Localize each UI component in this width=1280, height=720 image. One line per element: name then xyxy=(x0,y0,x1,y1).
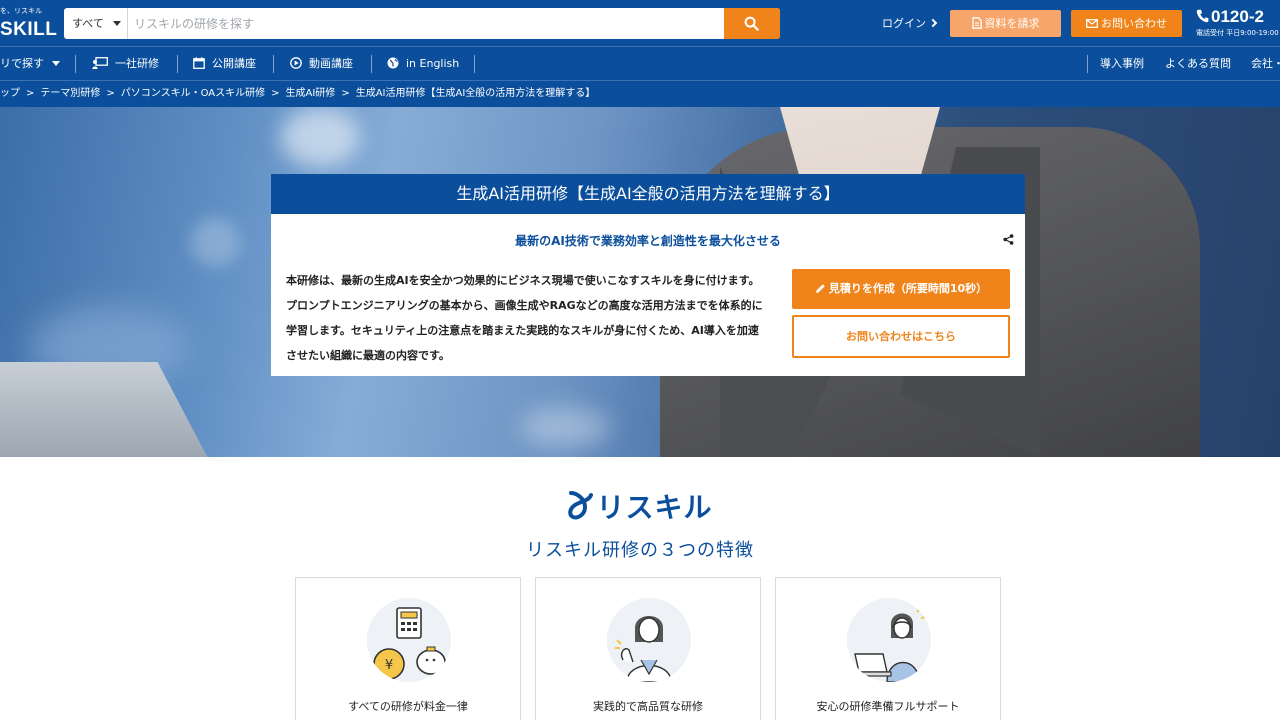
nav-label: 一社研修 xyxy=(115,57,159,70)
phone-hours: 電話受付 平日9:00-19:00 xyxy=(1196,29,1279,37)
feature-label: すべての研修が料金一律 xyxy=(348,700,468,713)
breadcrumb-item-current: 生成AI活用研修【生成AI全般の活用方法を理解する】 xyxy=(355,88,596,99)
nav-divider xyxy=(1087,55,1088,73)
search-scope-select[interactable]: すべて xyxy=(64,8,128,39)
brand-name: リスキル xyxy=(596,491,713,524)
nav-divider xyxy=(273,55,274,73)
nav-label: 公開講座 xyxy=(212,57,256,70)
pencil-icon xyxy=(815,283,825,293)
nav-divider xyxy=(75,55,76,73)
hero-background-bokeh xyxy=(280,107,360,167)
nav-item-faq[interactable]: よくある質問 xyxy=(1165,47,1231,80)
support-laptop-woman-icon xyxy=(847,598,931,682)
course-subtitle: 最新のAI技術で業務効率と創造性を最大化させる xyxy=(515,234,781,248)
contact-label: お問い合わせ xyxy=(1101,17,1167,30)
breadcrumb: ップ > テーマ別研修 > パソコンスキル・OAスキル研修 > 生成AI研修 > 生成AI活用研… xyxy=(0,80,1280,107)
document-request-label: 資料を請求 xyxy=(984,17,1040,30)
caret-down-icon xyxy=(52,60,60,66)
instructor-woman-icon xyxy=(607,598,691,682)
breadcrumb-separator: > xyxy=(271,88,280,99)
breadcrumb-item-genai[interactable]: 生成AI研修 xyxy=(286,88,336,99)
feature-card-flat-rate: ¥ すべての研修が料金一律 xyxy=(295,577,521,720)
reskill-logo-icon xyxy=(568,491,594,520)
hero-background-bokeh xyxy=(190,217,240,267)
document-icon xyxy=(971,17,982,29)
calculator-piggy-bank-icon: ¥ xyxy=(367,598,451,682)
create-estimate-label: 見積りを作成（所要時間10秒） xyxy=(828,282,988,295)
nav-label: 動画講座 xyxy=(309,57,353,70)
top-header: を、リスキル SKILL すべて ログイン 資料を請求 お問い合わせ xyxy=(0,0,1280,46)
nav-label: in English xyxy=(406,57,460,70)
search-icon xyxy=(744,16,759,31)
search-button[interactable] xyxy=(724,8,780,39)
course-summary-card: 生成AI活用研修【生成AI全般の活用方法を理解する】 最新のAI技術で業務効率と… xyxy=(271,174,1025,376)
login-link[interactable]: ログイン xyxy=(882,15,938,31)
features-heading: リスキル研修の３つの特徴 xyxy=(526,540,754,561)
play-circle-icon xyxy=(290,57,302,69)
breadcrumb-item-top[interactable]: ップ xyxy=(0,88,20,99)
main-nav: リで探す 一社研修 公開講座 動画講座 in English 導入事例 よくある… xyxy=(0,46,1280,80)
search-bar: すべて xyxy=(64,8,780,39)
course-title: 生成AI活用研修【生成AI全般の活用方法を理解する】 xyxy=(271,174,1025,214)
search-input[interactable] xyxy=(130,8,720,39)
phone-contact[interactable]: 0120-2 電話受付 平日9:00-19:00 xyxy=(1196,7,1279,38)
nav-divider xyxy=(177,55,178,73)
nav-item-public-course[interactable]: 公開講座 xyxy=(193,47,256,80)
nav-label: リで探す xyxy=(0,57,44,70)
nav-divider xyxy=(474,55,475,73)
nav-item-video-course[interactable]: 動画講座 xyxy=(290,47,353,80)
breadcrumb-separator: > xyxy=(26,88,35,99)
nav-item-company[interactable]: 会社・ xyxy=(1251,47,1280,80)
phone-number: 0120-2 xyxy=(1211,7,1264,26)
nav-item-in-english[interactable]: in English xyxy=(387,47,459,80)
envelope-icon xyxy=(1086,18,1098,28)
hero-laptop-image xyxy=(0,362,210,457)
logo-tagline: を、リスキル xyxy=(0,7,42,15)
nav-item-case-studies[interactable]: 導入事例 xyxy=(1100,47,1144,80)
chalkboard-teacher-icon xyxy=(92,57,108,69)
svg-text:¥: ¥ xyxy=(385,658,393,673)
calendar-icon xyxy=(193,57,205,69)
course-description: 本研修は、最新の生成AIを安全かつ効果的にビジネス現場で使いこなすスキルを身に付… xyxy=(286,274,763,362)
breadcrumb-item-pc-skills[interactable]: パソコンスキル・OAスキル研修 xyxy=(121,88,265,99)
chevron-down-icon xyxy=(113,21,121,26)
nav-item-in-house-training[interactable]: 一社研修 xyxy=(92,47,159,80)
breadcrumb-separator: > xyxy=(341,88,350,99)
globe-icon xyxy=(387,57,399,69)
contact-button[interactable]: お問い合わせ xyxy=(1071,10,1182,37)
nav-divider xyxy=(371,55,372,73)
feature-label: 安心の研修準備フルサポート xyxy=(816,700,960,713)
nav-item-category-search[interactable]: リで探す xyxy=(0,47,60,80)
hero-background-bokeh xyxy=(520,407,610,447)
share-icon[interactable] xyxy=(1003,234,1014,245)
breadcrumb-item-theme[interactable]: テーマ別研修 xyxy=(40,88,100,99)
breadcrumb-separator: > xyxy=(106,88,115,99)
feature-label: 実践的で高品質な研修 xyxy=(593,700,703,713)
logo-text: SKILL xyxy=(0,19,58,40)
phone-icon xyxy=(1196,9,1209,22)
create-estimate-button[interactable]: 見積りを作成（所要時間10秒） xyxy=(792,269,1010,309)
contact-here-button[interactable]: お問い合わせはこちら xyxy=(792,315,1010,358)
login-label: ログイン xyxy=(882,17,926,30)
search-scope-label: すべて xyxy=(72,17,104,30)
brand-logo: リスキル xyxy=(0,486,1280,526)
hero-banner: 生成AI活用研修【生成AI全般の活用方法を理解する】 最新のAI技術で業務効率と… xyxy=(0,107,1280,457)
document-request-button[interactable]: 資料を請求 xyxy=(950,10,1061,37)
feature-card-support: 安心の研修準備フルサポート xyxy=(775,577,1001,720)
feature-card-quality: 実践的で高品質な研修 xyxy=(535,577,761,720)
site-logo[interactable]: を、リスキル SKILL xyxy=(0,4,57,42)
chevron-right-icon xyxy=(928,18,938,28)
